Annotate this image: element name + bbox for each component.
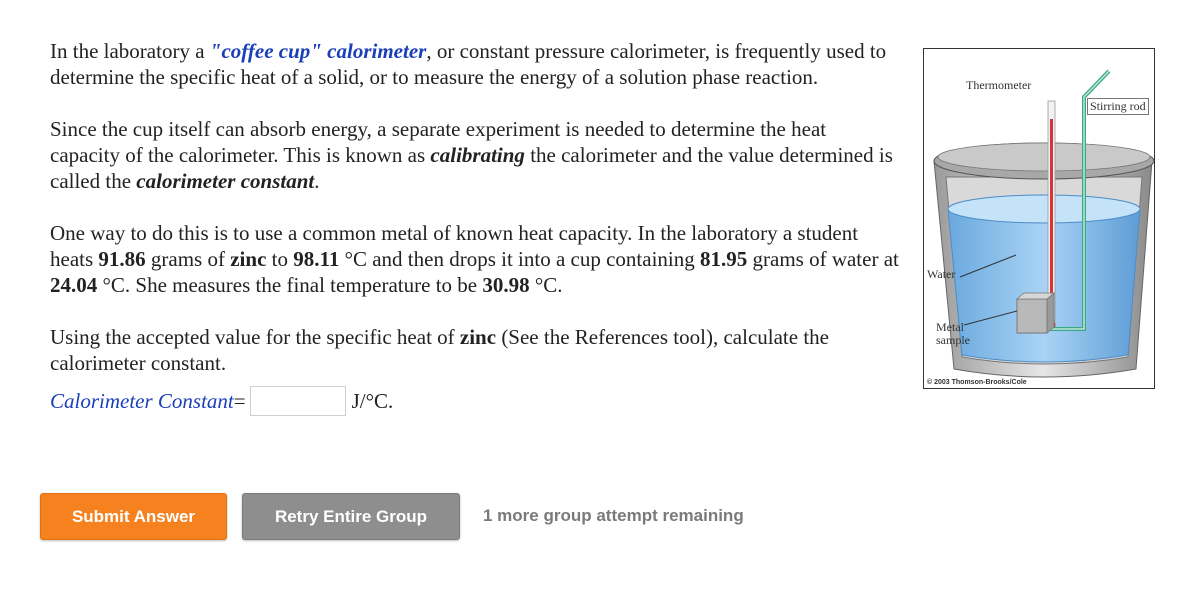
water-label: Water (927, 267, 956, 281)
paragraph-experiment: One way to do this is to use a common me… (50, 220, 900, 298)
answer-row: Calorimeter Constant = J/°C. (50, 386, 900, 416)
calorimeter-constant-input[interactable] (249, 386, 346, 416)
text: °C and then drops it into a cup containi… (339, 247, 700, 271)
metal-sample-label: Metal sample (936, 321, 970, 347)
submit-answer-button[interactable]: Submit Answer (40, 493, 227, 540)
text: . (314, 169, 320, 193)
metal-name: zinc (459, 325, 497, 349)
thermometer-label: Thermometer (966, 78, 1032, 92)
term-coffee-cup-calorimeter: "coffee cup" calorimeter (209, 39, 427, 63)
text: Using the accepted value for the specifi… (50, 325, 460, 349)
text: to (266, 247, 294, 271)
water-mass-value: 81.95 (700, 247, 748, 271)
sample-label-line: sample (936, 333, 970, 347)
calorimeter-figure: Thermometer Stirring rod Water Metal sam… (923, 48, 1155, 389)
attempts-remaining: 1 more group attempt remaining (483, 506, 744, 525)
stirring-rod-label: Stirring rod (1087, 98, 1149, 115)
answer-unit: J/°C. (351, 389, 394, 413)
metal-name: zinc (230, 247, 267, 271)
paragraph-intro: In the laboratory a "coffee cup" calorim… (50, 38, 900, 90)
figure-copyright: © 2003 Thomson-Brooks/Cole (927, 379, 1027, 386)
water-temp-value: 24.04 (50, 273, 98, 297)
text: grams of (145, 247, 231, 271)
text: °C. (529, 273, 563, 297)
paragraph-question: Using the accepted value for the specifi… (50, 324, 900, 376)
equals-sign: = (233, 389, 246, 413)
metal-temp-value: 98.11 (293, 247, 340, 271)
text: grams of water at (747, 247, 899, 271)
final-temp-value: 30.98 (482, 273, 530, 297)
metal-mass-value: 91.86 (98, 247, 146, 271)
answer-label: Calorimeter Constant (50, 389, 234, 413)
retry-entire-group-button[interactable]: Retry Entire Group (242, 493, 460, 540)
term-calorimeter-constant: calorimeter constant (136, 169, 315, 193)
text: In the laboratory a (50, 39, 210, 63)
problem-text: In the laboratory a "coffee cup" calorim… (50, 38, 900, 416)
term-calibrating: calibrating (430, 143, 525, 167)
text: °C. She measures the final temperature t… (97, 273, 483, 297)
paragraph-calibration: Since the cup itself can absorb energy, … (50, 116, 900, 194)
